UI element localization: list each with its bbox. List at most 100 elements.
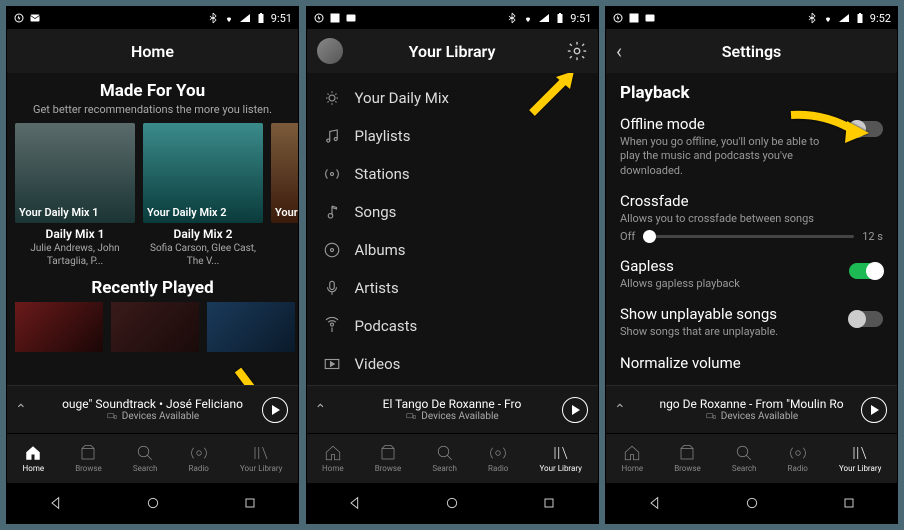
home-key[interactable] <box>444 495 460 511</box>
nav-home[interactable]: Home <box>23 444 45 473</box>
back-key[interactable] <box>647 495 663 511</box>
mail-icon <box>29 12 41 24</box>
phone-home: 9:51 Home Made For You Get better recomm… <box>6 6 299 524</box>
chevron-up-icon[interactable]: ⌃ <box>15 402 27 418</box>
recent-key[interactable] <box>541 495 557 511</box>
back-button[interactable]: ‹ <box>616 39 622 63</box>
header: ‹ Settings <box>606 29 897 73</box>
play-button[interactable] <box>861 397 887 423</box>
radio-waves-icon <box>323 165 341 183</box>
nav-browse[interactable]: Browse <box>75 444 102 473</box>
recently-played-row[interactable] <box>7 298 298 352</box>
setting-label: Offline mode <box>620 115 837 133</box>
search-icon <box>136 444 154 462</box>
bluetooth-icon <box>806 12 818 24</box>
nav-browse[interactable]: Browse <box>375 444 402 473</box>
setting-crossfade[interactable]: Crossfade Allows you to crossfade betwee… <box>620 192 883 243</box>
gear-icon <box>566 40 588 62</box>
toggle-unplayable[interactable] <box>849 311 883 327</box>
podcast-icon <box>323 317 341 335</box>
recent-key[interactable] <box>242 495 258 511</box>
wifi-icon <box>822 12 834 24</box>
now-playing-bar[interactable]: ⌃ El Tango De Roxanne - Fro Devices Avai… <box>307 385 598 433</box>
nav-browse[interactable]: Browse <box>674 444 701 473</box>
back-key[interactable] <box>48 495 64 511</box>
profile-avatar[interactable] <box>317 38 343 64</box>
section-recently-played: Recently Played <box>7 278 298 298</box>
content[interactable]: Your Daily Mix Playlists Stations Songs … <box>307 73 598 385</box>
nav-search[interactable]: Search <box>432 444 457 473</box>
settings-button[interactable] <box>566 40 588 62</box>
now-playing-bar[interactable]: ⌃ ngo De Roxanne - From "Moulin Ro Devic… <box>606 385 897 433</box>
setting-gapless[interactable]: Gapless Allows gapless playback <box>620 257 883 291</box>
android-nav-bar <box>307 483 598 523</box>
recent-key[interactable] <box>841 495 857 511</box>
daily-mix-cards[interactable]: Your Daily Mix 1 Daily Mix 1 Julie Andre… <box>7 123 298 268</box>
nav-radio[interactable]: Radio <box>488 444 508 473</box>
setting-unplayable[interactable]: Show unplayable songs Show songs that ar… <box>620 305 883 339</box>
back-key[interactable] <box>347 495 363 511</box>
nav-radio[interactable]: Radio <box>788 444 808 473</box>
daily-mix-1[interactable]: Your Daily Mix 1 Daily Mix 1 Julie Andre… <box>15 123 135 268</box>
toggle-gapless[interactable] <box>849 263 883 279</box>
home-key[interactable] <box>744 495 760 511</box>
lib-daily-mix[interactable]: Your Daily Mix <box>307 79 598 117</box>
crossfade-slider[interactable] <box>643 235 854 238</box>
album-art[interactable] <box>111 302 199 352</box>
phone-library: 9:51 Your Library Your Daily Mix Playlis… <box>306 6 599 524</box>
nav-home[interactable]: Home <box>322 444 344 473</box>
daily-mix-2[interactable]: Your Daily Mix 2 Daily Mix 2 Sofia Carso… <box>143 123 263 268</box>
page-title: Home <box>131 42 174 61</box>
slider-min: Off <box>620 230 635 243</box>
setting-desc: Allows gapless playback <box>620 277 837 291</box>
lib-stations[interactable]: Stations <box>307 155 598 193</box>
now-playing-bar[interactable]: ⌃ ouge" Soundtrack • José Feliciano Devi… <box>7 385 298 433</box>
bottom-nav: Home Browse Search Radio Your Library <box>7 433 298 483</box>
nav-home[interactable]: Home <box>622 444 644 473</box>
browse-icon <box>79 444 97 462</box>
signal-icon <box>239 12 251 24</box>
radio-icon <box>489 444 507 462</box>
setting-offline-mode[interactable]: Offline mode When you go offline, you'll… <box>620 115 883 178</box>
chevron-up-icon[interactable]: ⌃ <box>614 402 626 418</box>
np-track: ngo De Roxanne - From "Moulin Ro <box>659 397 843 411</box>
play-button[interactable] <box>262 397 288 423</box>
content[interactable]: Made For You Get better recommendations … <box>7 73 298 385</box>
home-key[interactable] <box>145 495 161 511</box>
np-devices[interactable]: Devices Available <box>405 411 498 422</box>
album-icon <box>323 241 341 259</box>
setting-label: Normalize volume <box>620 354 837 372</box>
signal-icon <box>838 12 850 24</box>
nav-search[interactable]: Search <box>133 444 158 473</box>
nav-library[interactable]: Your Library <box>240 444 282 473</box>
wifi-icon <box>223 12 235 24</box>
lib-playlists[interactable]: Playlists <box>307 117 598 155</box>
section-made-for-you: Made For You <box>7 81 298 101</box>
toggle-offline[interactable] <box>849 121 883 137</box>
lib-songs[interactable]: Songs <box>307 193 598 231</box>
album-art[interactable] <box>207 302 295 352</box>
nav-search[interactable]: Search <box>732 444 757 473</box>
lib-artists[interactable]: Artists <box>307 269 598 307</box>
album-art[interactable] <box>15 302 103 352</box>
content[interactable]: Playback Offline mode When you go offlin… <box>606 73 897 385</box>
chevron-up-icon[interactable]: ⌃ <box>315 402 327 418</box>
screenshot-icon <box>628 12 640 24</box>
clock: 9:51 <box>271 12 292 25</box>
nav-library[interactable]: Your Library <box>539 444 581 473</box>
daily-mix-3[interactable]: Your Da Da Ka Stev... <box>271 123 298 268</box>
status-bar: 9:51 <box>307 7 598 29</box>
lib-videos[interactable]: Videos <box>307 345 598 383</box>
nav-library[interactable]: Your Library <box>839 444 881 473</box>
flash-icon <box>13 12 25 24</box>
np-devices[interactable]: Devices Available <box>705 411 798 422</box>
setting-normalize[interactable]: Normalize volume <box>620 354 883 372</box>
play-button[interactable] <box>562 397 588 423</box>
library-icon <box>851 444 869 462</box>
lib-podcasts[interactable]: Podcasts <box>307 307 598 345</box>
np-devices[interactable]: Devices Available <box>106 411 199 422</box>
nav-radio[interactable]: Radio <box>189 444 209 473</box>
home-icon <box>623 444 641 462</box>
signal-icon <box>538 12 550 24</box>
lib-albums[interactable]: Albums <box>307 231 598 269</box>
